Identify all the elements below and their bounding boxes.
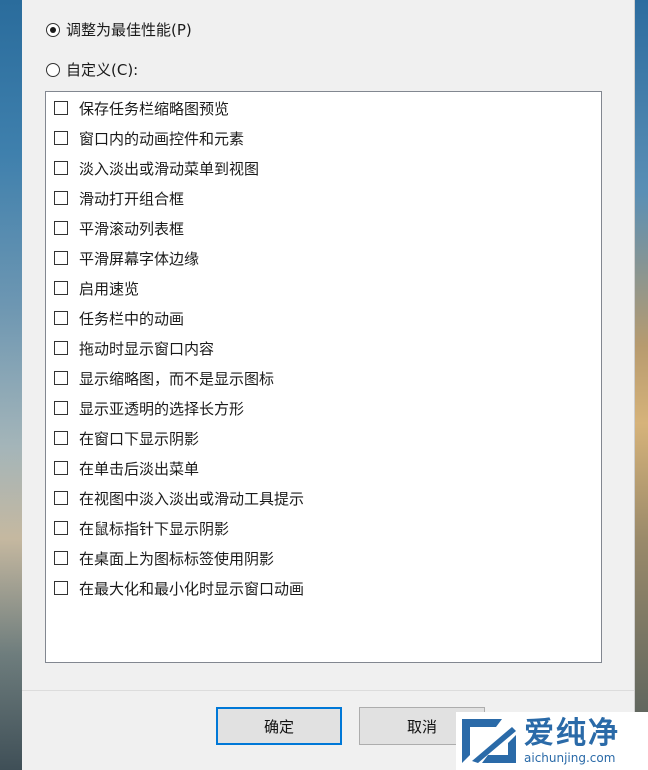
- visual-effects-list[interactable]: 保存任务栏缩略图预览 窗口内的动画控件和元素 淡入淡出或滑动菜单到视图 滑动打开…: [45, 91, 602, 663]
- list-item-label: 在窗口下显示阴影: [79, 429, 200, 448]
- radio-custom-label: 自定义(C):: [66, 61, 139, 79]
- list-item[interactable]: 平滑滚动列表框: [54, 217, 184, 239]
- list-item-label: 在最大化和最小化时显示窗口动画: [79, 579, 305, 598]
- ok-button[interactable]: 确定: [216, 707, 342, 745]
- list-item-label: 淡入淡出或滑动菜单到视图: [79, 159, 260, 178]
- list-item[interactable]: 滑动打开组合框: [54, 187, 184, 209]
- checkbox[interactable]: [54, 281, 68, 295]
- list-item-label: 在视图中淡入淡出或滑动工具提示: [79, 489, 305, 508]
- desktop-wallpaper-left: [0, 0, 22, 770]
- list-item[interactable]: 拖动时显示窗口内容: [54, 337, 214, 359]
- radio-custom[interactable]: 自定义(C):: [46, 59, 138, 80]
- checkbox[interactable]: [54, 551, 68, 565]
- radio-best-performance-label: 调整为最佳性能(P): [66, 21, 192, 39]
- checkbox[interactable]: [54, 131, 68, 145]
- list-item[interactable]: 显示缩略图，而不是显示图标: [54, 367, 274, 389]
- site-watermark: 爱纯净 aichunjing.com: [456, 712, 648, 770]
- checkbox[interactable]: [54, 491, 68, 505]
- desktop-wallpaper-right: [634, 0, 648, 770]
- list-item-label: 拖动时显示窗口内容: [79, 339, 215, 358]
- list-item[interactable]: 显示亚透明的选择长方形: [54, 397, 244, 419]
- list-item-label: 在桌面上为图标标签使用阴影: [79, 549, 275, 568]
- checkbox[interactable]: [54, 221, 68, 235]
- list-item[interactable]: 平滑屏幕字体边缘: [54, 247, 199, 269]
- list-item[interactable]: 在最大化和最小化时显示窗口动画: [54, 577, 304, 599]
- checkbox[interactable]: [54, 191, 68, 205]
- list-item-label: 保存任务栏缩略图预览: [79, 99, 230, 118]
- checkbox[interactable]: [54, 431, 68, 445]
- list-item-label: 在鼠标指针下显示阴影: [79, 519, 230, 538]
- list-item-label: 启用速览: [79, 279, 140, 298]
- list-item-label: 平滑滚动列表框: [79, 219, 185, 238]
- checkbox[interactable]: [54, 161, 68, 175]
- list-item-label: 任务栏中的动画: [79, 309, 185, 328]
- list-item-label: 滑动打开组合框: [79, 189, 185, 208]
- list-item-label: 平滑屏幕字体边缘: [79, 249, 200, 268]
- checkbox[interactable]: [54, 581, 68, 595]
- list-item[interactable]: 在鼠标指针下显示阴影: [54, 517, 229, 539]
- checkbox[interactable]: [54, 341, 68, 355]
- radio-button[interactable]: [46, 62, 60, 77]
- checkbox[interactable]: [54, 401, 68, 415]
- list-item[interactable]: 启用速览: [54, 277, 139, 299]
- list-item[interactable]: 任务栏中的动画: [54, 307, 184, 329]
- watermark-name: 爱纯净: [524, 716, 620, 751]
- checkbox[interactable]: [54, 461, 68, 475]
- list-item[interactable]: 保存任务栏缩略图预览: [54, 97, 229, 119]
- radio-best-performance[interactable]: 调整为最佳性能(P): [46, 19, 192, 40]
- performance-options-dialog: 调整为最佳性能(P) 自定义(C): 保存任务栏缩略图预览 窗口内的动画控件和元…: [22, 0, 635, 770]
- list-item[interactable]: 在桌面上为图标标签使用阴影: [54, 547, 274, 569]
- list-item-label: 窗口内的动画控件和元素: [79, 129, 245, 148]
- list-item-label: 显示亚透明的选择长方形: [79, 399, 245, 418]
- checkbox[interactable]: [54, 371, 68, 385]
- watermark-logo-icon: [462, 719, 516, 763]
- list-item[interactable]: 窗口内的动画控件和元素: [54, 127, 244, 149]
- checkbox[interactable]: [54, 311, 68, 325]
- checkbox[interactable]: [54, 251, 68, 265]
- list-item-label: 在单击后淡出菜单: [79, 459, 200, 478]
- radio-button-selected[interactable]: [46, 22, 60, 37]
- watermark-url: aichunjing.com: [524, 751, 616, 765]
- list-item[interactable]: 在窗口下显示阴影: [54, 427, 199, 449]
- checkbox[interactable]: [54, 101, 68, 115]
- list-item[interactable]: 在单击后淡出菜单: [54, 457, 199, 479]
- list-item[interactable]: 淡入淡出或滑动菜单到视图: [54, 157, 259, 179]
- footer-divider: [22, 690, 634, 691]
- checkbox[interactable]: [54, 521, 68, 535]
- list-item-label: 显示缩略图，而不是显示图标: [79, 369, 275, 388]
- list-item[interactable]: 在视图中淡入淡出或滑动工具提示: [54, 487, 304, 509]
